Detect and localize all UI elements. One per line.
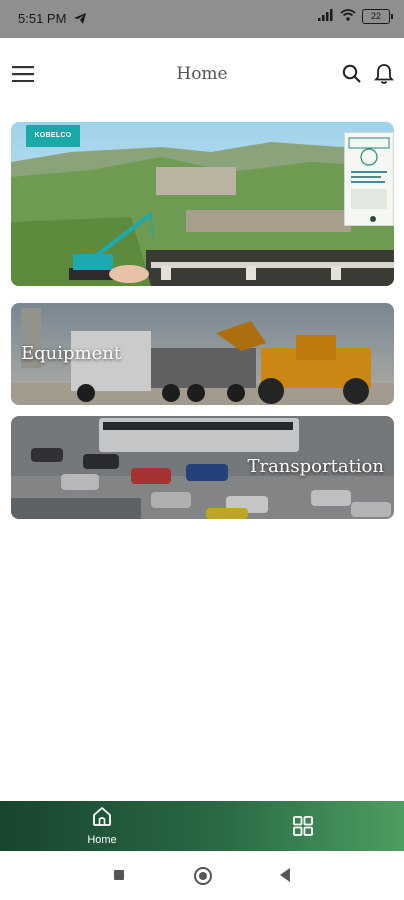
category-card-equipment[interactable]: Equipment — [11, 303, 394, 405]
category-label: Equipment — [21, 343, 122, 364]
promo-banner[interactable]: KOBELCO — [11, 122, 394, 286]
app-header: Home — [0, 38, 404, 112]
nav-home-label: Home — [87, 834, 117, 846]
system-navigation-bar — [0, 851, 404, 900]
telegram-icon — [74, 12, 86, 27]
home-button[interactable] — [194, 867, 212, 885]
signal-icon — [318, 9, 334, 24]
category-card-transportation[interactable]: Transportation — [11, 416, 394, 519]
back-button[interactable] — [280, 868, 290, 882]
battery-indicator: 22 — [362, 9, 393, 24]
kobelco-badge: KOBELCO — [26, 125, 80, 147]
status-time: 5:51 PM — [18, 11, 67, 26]
bottom-navigation: Home — [0, 801, 404, 851]
nav-item-home[interactable]: Home — [70, 805, 134, 849]
category-label: Transportation — [247, 456, 384, 477]
grid-icon — [292, 816, 314, 841]
banner-poster — [344, 132, 394, 226]
recents-button[interactable] — [114, 870, 124, 880]
search-icon[interactable] — [342, 64, 362, 89]
nav-item-grid[interactable] — [292, 815, 314, 842]
bell-icon[interactable] — [374, 63, 394, 90]
wifi-icon — [340, 9, 356, 24]
status-icons: 22 — [318, 9, 393, 24]
home-icon — [91, 807, 113, 831]
status-bar: 5:51 PM 22 — [0, 0, 404, 38]
